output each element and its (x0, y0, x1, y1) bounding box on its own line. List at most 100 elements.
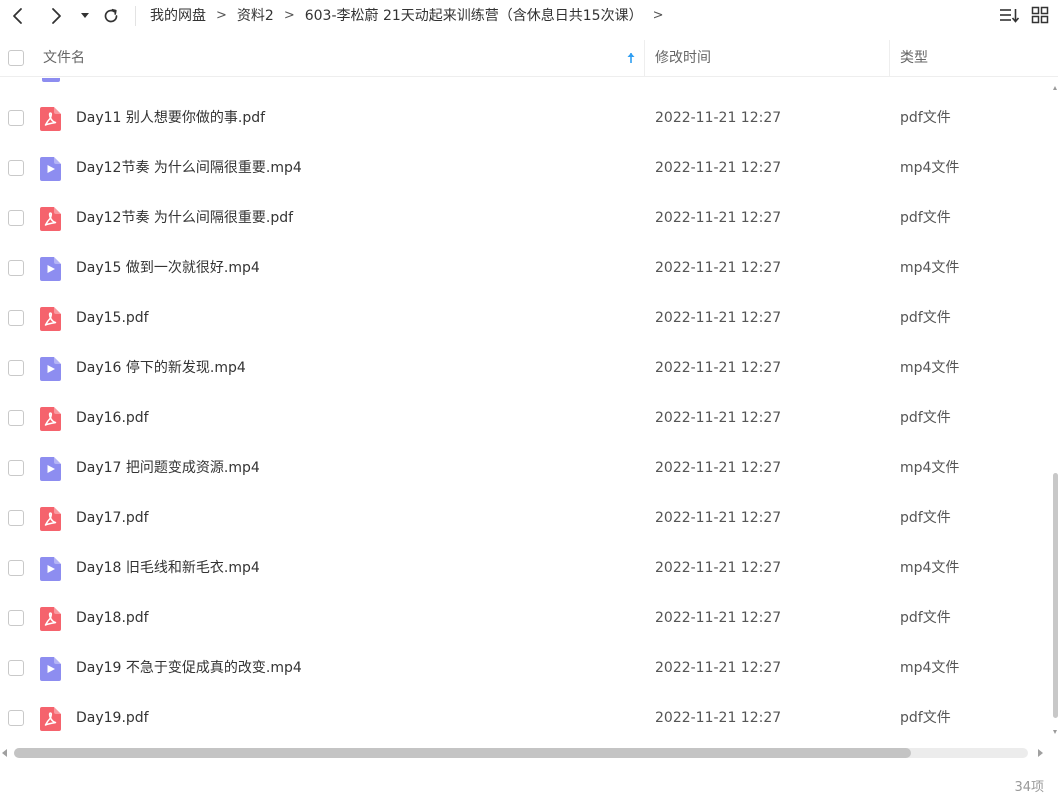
row-checkbox[interactable] (8, 360, 24, 376)
toolbar-divider (135, 6, 136, 26)
video-file-icon (40, 357, 61, 381)
file-row[interactable]: Day17 把问题变成资源.mp4 2022-11-21 12:27 mp4文件 (0, 443, 1052, 493)
file-name[interactable]: Day18 旧毛线和新毛衣.mp4 (76, 543, 260, 593)
scroll-up-arrow[interactable] (1053, 86, 1057, 90)
file-type: pdf文件 (900, 310, 951, 326)
column-header-type[interactable]: 类型 (900, 40, 928, 77)
row-checkbox[interactable] (8, 160, 24, 176)
file-row[interactable]: Day15.pdf 2022-11-21 12:27 pdf文件 (0, 293, 1052, 343)
file-type: pdf文件 (900, 110, 951, 126)
file-row[interactable]: Day12节奏 为什么间隔很重要.pdf 2022-11-21 12:27 pdf文… (0, 193, 1052, 243)
video-file-icon (40, 457, 61, 481)
file-name[interactable]: Day12节奏 为什么间隔很重要.mp4 (76, 143, 302, 193)
file-type: mp4文件 (900, 260, 960, 276)
file-name[interactable]: Day15.pdf (76, 293, 149, 343)
item-count: 34项 (1014, 780, 1044, 795)
breadcrumb-item-root[interactable]: 我的网盘 (150, 5, 206, 25)
file-name[interactable]: Day19.pdf (76, 693, 149, 742)
file-modified-time: 2022-11-21 12:27 (655, 110, 782, 126)
file-row[interactable]: Day17.pdf 2022-11-21 12:27 pdf文件 (0, 493, 1052, 543)
chevron-left-icon (13, 8, 22, 24)
sort-list-button[interactable] (998, 5, 1020, 27)
file-modified-time: 2022-11-21 12:27 (655, 560, 782, 576)
file-modified-time: 2022-11-21 12:27 (655, 260, 782, 276)
column-header-name[interactable]: 文件名 (43, 40, 85, 77)
file-name[interactable]: Day11 别人想要你做的事.pdf (76, 93, 265, 143)
breadcrumb: 我的网盘 > 资料2 > 603-李松蔚 21天动起来训练营（含休息日共15次课… (150, 0, 674, 30)
row-checkbox[interactable] (8, 460, 24, 476)
video-file-icon (40, 657, 61, 681)
file-name[interactable]: Day12节奏 为什么间隔很重要.pdf (76, 193, 293, 243)
scroll-right-arrow[interactable] (1038, 749, 1043, 757)
column-divider[interactable] (644, 40, 645, 77)
file-row[interactable]: Day18 旧毛线和新毛衣.mp4 2022-11-21 12:27 mp4文件 (0, 543, 1052, 593)
file-modified-time: 2022-11-21 12:27 (655, 310, 782, 326)
row-checkbox[interactable] (8, 610, 24, 626)
grid-view-button[interactable] (1031, 6, 1049, 24)
column-header-time[interactable]: 修改时间 (655, 40, 711, 77)
row-checkbox[interactable] (8, 110, 24, 126)
file-name[interactable]: Day17.pdf (76, 493, 149, 543)
file-modified-time: 2022-11-21 12:27 (655, 410, 782, 426)
file-name[interactable]: Day16 停下的新发现.mp4 (76, 343, 246, 393)
file-name[interactable]: Day19 不急于变促成真的改变.mp4 (76, 643, 302, 693)
file-name[interactable]: Day16.pdf (76, 393, 149, 443)
sort-ascending-icon[interactable] (625, 51, 637, 65)
pdf-file-icon (40, 707, 61, 731)
file-type: mp4文件 (900, 460, 960, 476)
file-name[interactable]: Day18.pdf (76, 593, 149, 643)
toolbar: 我的网盘 > 资料2 > 603-李松蔚 21天动起来训练营（含休息日共15次课… (0, 0, 1058, 32)
forward-button[interactable] (44, 4, 68, 28)
column-divider[interactable] (889, 40, 890, 77)
row-checkbox[interactable] (8, 710, 24, 726)
chevron-right-icon (52, 8, 61, 24)
pdf-file-icon (40, 307, 61, 331)
file-row[interactable]: Day18.pdf 2022-11-21 12:27 pdf文件 (0, 593, 1052, 643)
file-row[interactable]: Day19 不急于变促成真的改变.mp4 2022-11-21 12:27 mp4文… (0, 643, 1052, 693)
file-type: mp4文件 (900, 360, 960, 376)
select-all-checkbox[interactable] (8, 50, 24, 66)
row-checkbox[interactable] (8, 260, 24, 276)
row-checkbox[interactable] (8, 410, 24, 426)
caret-down-icon (81, 13, 89, 18)
breadcrumb-item-folder[interactable]: 资料2 (237, 5, 274, 25)
video-file-icon (40, 257, 61, 281)
file-modified-time: 2022-11-21 12:27 (655, 360, 782, 376)
file-row[interactable]: Day12节奏 为什么间隔很重要.mp4 2022-11-21 12:27 mp4文… (0, 143, 1052, 193)
vertical-scroll-thumb[interactable] (1053, 473, 1058, 718)
file-type: pdf文件 (900, 210, 951, 226)
scroll-left-arrow[interactable] (2, 749, 7, 757)
pdf-file-icon (40, 607, 61, 631)
file-type: pdf文件 (900, 710, 951, 726)
video-file-icon (42, 78, 60, 82)
vertical-scrollbar[interactable] (1052, 78, 1058, 742)
horizontal-scroll-thumb[interactable] (14, 748, 911, 758)
row-checkbox[interactable] (8, 310, 24, 326)
horizontal-scrollbar[interactable] (0, 746, 1058, 760)
grid-view-icon (1031, 6, 1049, 24)
file-row[interactable]: Day15 做到一次就很好.mp4 2022-11-21 12:27 mp4文件 (0, 243, 1052, 293)
history-dropdown-button[interactable] (78, 4, 92, 28)
breadcrumb-item-current[interactable]: 603-李松蔚 21天动起来训练营（含休息日共15次课） (305, 5, 643, 25)
file-row[interactable]: Day16 停下的新发现.mp4 2022-11-21 12:27 mp4文件 (0, 343, 1052, 393)
file-type: pdf文件 (900, 610, 951, 626)
breadcrumb-more-button[interactable]: > (653, 8, 664, 23)
back-button[interactable] (6, 4, 30, 28)
row-checkbox[interactable] (8, 510, 24, 526)
row-checkbox[interactable] (8, 660, 24, 676)
video-file-icon (40, 557, 61, 581)
refresh-button[interactable] (100, 4, 122, 28)
breadcrumb-separator: > (216, 7, 227, 23)
row-checkbox[interactable] (8, 210, 24, 226)
file-name[interactable]: Day15 做到一次就很好.mp4 (76, 243, 260, 293)
file-row[interactable]: Day11 别人想要你做的事.pdf 2022-11-21 12:27 pdf文件 (0, 93, 1052, 143)
file-type: pdf文件 (900, 510, 951, 526)
file-row[interactable]: Day19.pdf 2022-11-21 12:27 pdf文件 (0, 693, 1052, 742)
row-checkbox[interactable] (8, 560, 24, 576)
file-list-header: 文件名 修改时间 类型 (0, 40, 1058, 77)
scroll-down-arrow[interactable] (1053, 730, 1057, 734)
file-modified-time: 2022-11-21 12:27 (655, 460, 782, 476)
file-row[interactable]: Day16.pdf 2022-11-21 12:27 pdf文件 (0, 393, 1052, 443)
file-name[interactable]: Day17 把问题变成资源.mp4 (76, 443, 260, 493)
file-modified-time: 2022-11-21 12:27 (655, 160, 782, 176)
